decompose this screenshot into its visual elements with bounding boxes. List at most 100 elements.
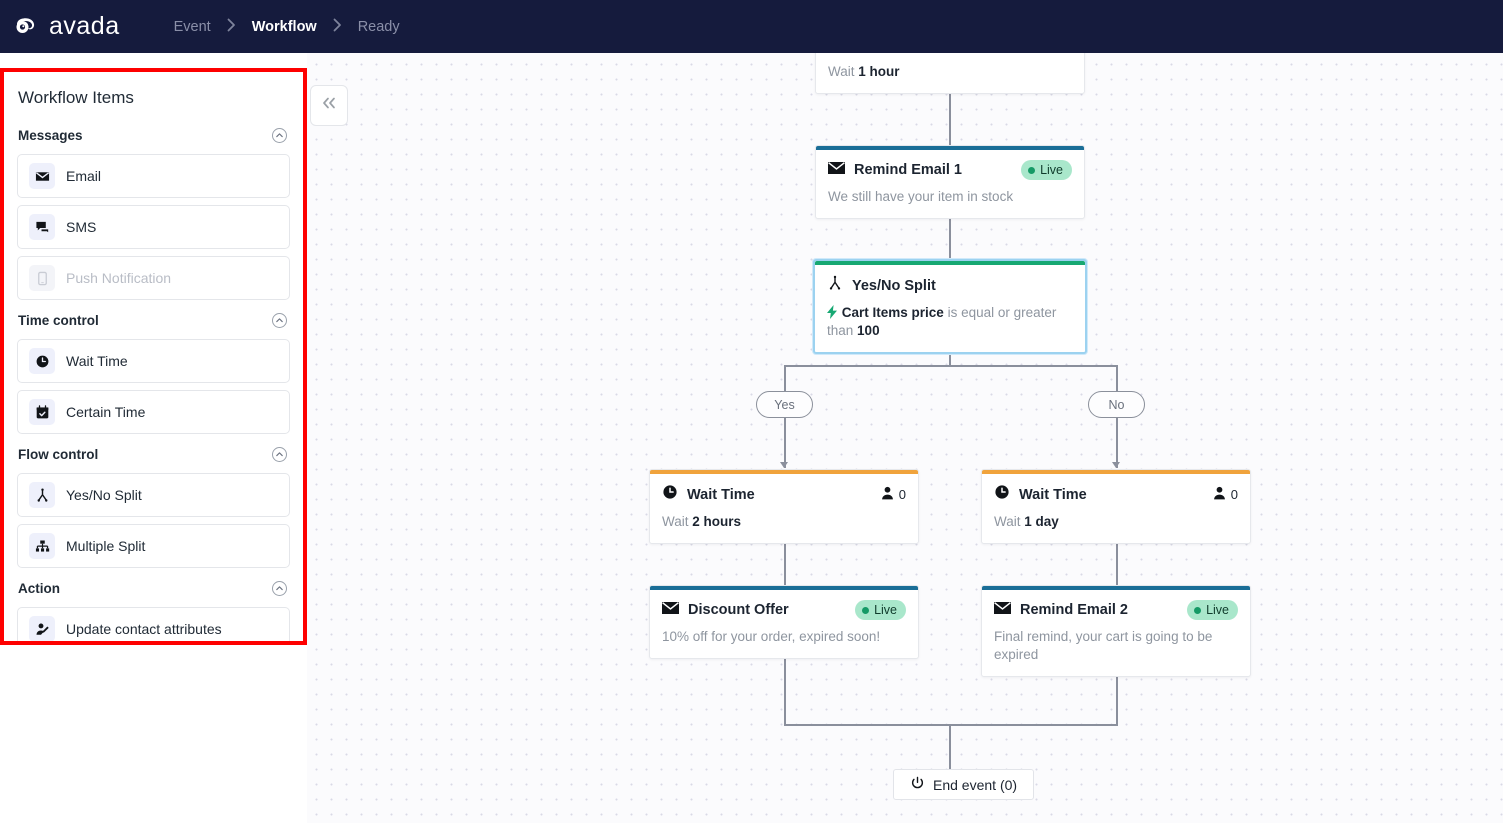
node-wait-time-yes[interactable]: Wait Time 0 Wait 2 hours [649,469,919,544]
sidebar-item-certain-time[interactable]: Certain Time [17,390,290,434]
mobile-phone-icon [29,265,55,291]
node-condition: Cart Items price is equal or greater tha… [815,296,1085,352]
node-subtitle: Wait 1 day [982,505,1250,543]
logo-wordmark: avada [49,12,120,41]
status-badge-label: Live [874,603,897,617]
sidebar-item-multiple-split[interactable]: Multiple Split [17,524,290,568]
group-title: Action [18,581,60,596]
sidebar-item-label: Push Notification [66,270,171,286]
clock-icon [994,484,1010,505]
person-icon [1213,486,1226,503]
double-chevron-left-icon [321,96,337,115]
sidebar-item-label: Yes/No Split [66,487,142,503]
connector-arrow-icon [780,462,788,468]
group-title: Flow control [18,447,98,462]
sidebar-item-yes-no-split[interactable]: Yes/No Split [17,473,290,517]
sidebar-item-email[interactable]: Email [17,154,290,198]
connector-arrow-icon [1112,462,1120,468]
node-title: Yes/No Split [852,278,936,294]
wait-prefix: Wait [662,514,689,529]
status-dot-icon [1194,607,1201,614]
branch-label-text: No [1109,398,1125,412]
sidebar-item-sms[interactable]: SMS [17,205,290,249]
node-subtitle: Final remind, your cart is going to be e… [982,620,1250,676]
chevron-up-circle-icon[interactable] [272,313,287,328]
sidebar-item-label: Multiple Split [66,538,145,554]
panel-title: Workflow Items [18,88,290,108]
node-header: Wait Time 0 [982,474,1250,505]
sidebar-group-flow-control[interactable]: Flow control [17,441,290,467]
node-remind-email-1[interactable]: Remind Email 1 Live We still have your i… [815,145,1085,219]
node-header: Discount Offer Live [650,590,918,620]
wait-value: 2 hours [692,514,741,529]
sidebar-item-label: SMS [66,219,96,235]
chevron-up-circle-icon[interactable] [272,447,287,462]
breadcrumb-item-event[interactable]: Event [174,19,211,35]
sidebar-item-update-contact-attributes[interactable]: Update contact attributes [17,607,290,645]
workflow-canvas[interactable]: Wait Time 0 Wait 1 hour Remind Email 1 L… [307,53,1503,823]
wait-prefix: Wait [994,514,1021,529]
status-badge-live: Live [855,600,906,620]
sidebar-group-time-control[interactable]: Time control [17,307,290,333]
node-subtitle: 10% off for your order, expired soon! [650,620,918,658]
node-title: Remind Email 1 [854,162,962,178]
breadcrumb-separator-icon [227,18,236,35]
node-subtitle: Wait 1 hour [816,55,1084,93]
wait-value: 1 hour [858,64,899,79]
people-count-value: 0 [1231,487,1238,502]
node-header: Remind Email 2 Live [982,590,1250,620]
node-people-count: 0 [1213,486,1238,503]
breadcrumb-separator-icon [333,18,342,35]
clock-icon [828,53,844,55]
node-wait-time-top[interactable]: Wait Time 0 Wait 1 hour [815,53,1085,94]
sidebar-item-wait-time[interactable]: Wait Time [17,339,290,383]
connector-line [949,91,951,147]
group-title: Messages [18,128,83,143]
status-dot-icon [1028,167,1035,174]
node-discount-offer[interactable]: Discount Offer Live 10% off for your ord… [649,585,919,659]
branch-label-yes[interactable]: Yes [756,391,813,418]
branch-label-no[interactable]: No [1088,391,1145,418]
envelope-icon [662,601,679,620]
collapse-panel-button[interactable] [310,85,348,126]
node-header: Remind Email 1 Live [816,150,1084,180]
power-icon [910,776,925,794]
top-header-bar: avada Event Workflow Ready [0,0,1503,53]
sidebar-item-push-notification: Push Notification [17,256,290,300]
sidebar-item-label: Update contact attributes [66,621,222,637]
sidebar-item-label: Email [66,168,101,184]
person-icon [881,486,894,503]
chat-bubbles-icon [29,214,55,240]
node-header: Wait Time 0 [650,474,918,505]
connector-line [784,724,1118,726]
status-badge-live: Live [1021,160,1072,180]
node-title: Remind Email 2 [1020,602,1128,618]
node-yes-no-split[interactable]: Yes/No Split Cart Items price is equal o… [813,259,1087,354]
split-fork-icon [29,482,55,508]
node-wait-time-no[interactable]: Wait Time 0 Wait 1 day [981,469,1251,544]
sidebar-item-label: Wait Time [66,353,128,369]
user-edit-icon [29,616,55,642]
node-end-event[interactable]: End event (0) [893,769,1034,800]
breadcrumb-item-workflow[interactable]: Workflow [252,19,317,35]
sidebar-group-messages[interactable]: Messages [17,122,290,148]
sidebar-group-action[interactable]: Action [17,575,290,601]
envelope-icon [29,163,55,189]
app-logo[interactable]: avada [12,12,120,42]
breadcrumb-item-ready[interactable]: Ready [358,19,400,35]
split-fork-icon [827,275,843,296]
end-event-label: End event (0) [933,777,1017,793]
status-badge-label: Live [1206,603,1229,617]
lightning-bolt-icon [827,305,842,320]
breadcrumb: Event Workflow Ready [174,18,400,35]
connector-line [784,365,1116,367]
node-title: Wait Time [687,487,755,503]
node-remind-email-2[interactable]: Remind Email 2 Live Final remind, your c… [981,585,1251,677]
clock-icon [662,484,678,505]
chevron-up-circle-icon[interactable] [272,581,287,596]
people-count-value: 0 [899,487,906,502]
status-badge-label: Live [1040,163,1063,177]
chevron-up-circle-icon[interactable] [272,128,287,143]
node-subtitle: We still have your item in stock [816,180,1084,218]
condition-value: 100 [857,323,880,338]
